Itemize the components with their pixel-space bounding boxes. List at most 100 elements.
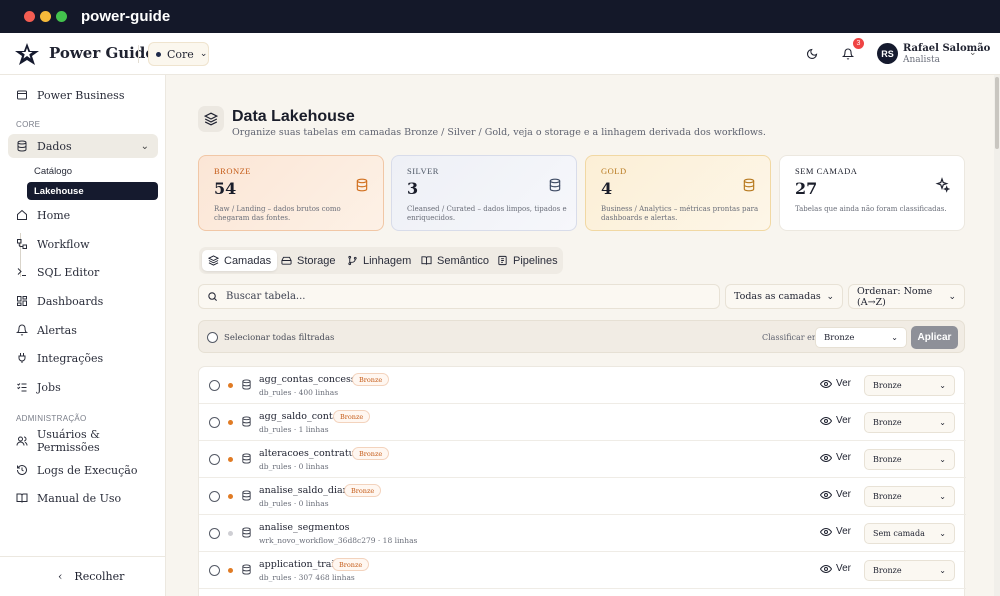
select-all-checkbox[interactable]: [207, 332, 218, 343]
layer-filter-select[interactable]: Todas as camadas ⌄: [725, 284, 843, 309]
table-row[interactable]: agg_saldo_conta2 Bronze db_rules · 1 lin…: [199, 404, 966, 441]
bulk-action-bar: Selecionar todas filtradas Classificar e…: [198, 320, 965, 353]
row-checkbox[interactable]: [209, 528, 220, 539]
tab-pipelines[interactable]: Pipelines: [491, 250, 564, 271]
select-all-filtered[interactable]: Selecionar todas filtradas: [207, 332, 334, 343]
tab-storage[interactable]: Storage: [275, 250, 342, 271]
theme-toggle-moon-icon[interactable]: [804, 46, 820, 62]
minimize-window-button[interactable]: [40, 11, 51, 22]
layer-tag: Bronze: [352, 447, 390, 460]
power-guide-logo[interactable]: [14, 41, 40, 67]
table-row[interactable]: application_train Bronze db_rules · 307 …: [199, 552, 966, 589]
tab-label: Linhagem: [363, 254, 412, 267]
workspace-dot-icon: [156, 51, 161, 57]
row-layer-select[interactable]: Bronze ⌄: [864, 375, 955, 396]
table-row[interactable]: analise_segmentos wrk_novo_workflow_36d8…: [199, 515, 966, 552]
sidebar-item-jobs[interactable]: Jobs: [8, 375, 158, 399]
maximize-window-button[interactable]: [56, 11, 67, 22]
view-button[interactable]: Ver: [820, 378, 851, 389]
row-checkbox[interactable]: [209, 491, 220, 502]
row-checkbox[interactable]: [209, 565, 220, 576]
search-box: [198, 284, 720, 309]
row-checkbox[interactable]: [209, 454, 220, 465]
table-name[interactable]: agg_saldo_conta2: [259, 411, 344, 422]
notifications-bell-icon[interactable]: [840, 46, 856, 62]
avatar[interactable]: RS: [877, 43, 898, 64]
view-label: Ver: [836, 563, 852, 574]
collapse-sidebar-button[interactable]: ‹ Recolher: [58, 570, 124, 583]
sidebar-subitem-catalogo[interactable]: Catálogo: [27, 162, 158, 180]
layer-card-silver[interactable]: SILVER 3 Cleansed / Curated – dados limp…: [391, 155, 577, 231]
view-button[interactable]: Ver: [820, 415, 851, 426]
scrollbar-thumb[interactable]: [995, 77, 999, 149]
sidebar-item-power-business[interactable]: Power Business: [8, 83, 158, 107]
chevron-down-icon: ⌄: [891, 333, 898, 342]
sidebar-item-alertas[interactable]: Alertas: [8, 318, 158, 342]
chevron-down-icon: ⌄: [939, 381, 946, 390]
chevron-down-icon: ⌄: [140, 140, 149, 152]
layer-card-gold[interactable]: GOLD 4 Business / Analytics – métricas p…: [585, 155, 771, 231]
book-open-icon: [421, 256, 432, 265]
user-menu-chevron-icon[interactable]: ⌄: [969, 48, 977, 58]
database-icon: [17, 140, 27, 152]
card-count: 3: [407, 179, 419, 198]
sidebar-item-dados[interactable]: Dados ⌄: [8, 134, 158, 158]
scrollbar[interactable]: [994, 75, 1000, 596]
workspace-select[interactable]: Core ⌄: [148, 42, 209, 66]
sidebar-item-logs-execucao[interactable]: Logs de Execução: [8, 458, 158, 482]
row-layer-select[interactable]: Bronze ⌄: [864, 486, 955, 507]
table-row[interactable]: analise_saldo_diario Bronze db_rules · 0…: [199, 478, 966, 515]
sidebar-item-integracoes[interactable]: Integrações: [8, 346, 158, 370]
view-button[interactable]: Ver: [820, 452, 851, 463]
view-tabs: Camadas Storage Linhagem Semântico Pipel…: [199, 247, 563, 274]
table-name[interactable]: analise_segmentos: [259, 522, 350, 533]
view-button[interactable]: Ver: [820, 526, 851, 537]
database-icon: [356, 178, 368, 192]
home-icon: [17, 209, 27, 220]
user-name[interactable]: Rafael Salomão: [903, 43, 990, 54]
row-checkbox[interactable]: [209, 380, 220, 391]
row-layer-select[interactable]: Bronze ⌄: [864, 412, 955, 433]
tab-semantico[interactable]: Semântico: [415, 250, 495, 271]
view-label: Ver: [836, 378, 852, 389]
table-name[interactable]: application_train: [259, 559, 341, 570]
workspace-label: Core: [167, 47, 194, 61]
search-input[interactable]: [226, 291, 626, 302]
tab-linhagem[interactable]: Linhagem: [341, 250, 417, 271]
database-icon: [549, 178, 561, 192]
row-layer-select[interactable]: Sem camada ⌄: [864, 523, 955, 544]
sidebar-item-home[interactable]: Home: [8, 203, 158, 227]
order-select[interactable]: Ordenar: Nome (A→Z) ⌄: [848, 284, 965, 309]
sidebar-item-label: Manual de Uso: [37, 491, 122, 505]
table-name[interactable]: analise_saldo_diario: [259, 485, 356, 496]
database-icon: [242, 564, 251, 575]
layer-tag: Bronze: [332, 558, 370, 571]
view-button[interactable]: Ver: [820, 489, 851, 500]
table-row[interactable]: alteracoes_contratuais Bronze db_rules ·…: [199, 441, 966, 478]
view-button[interactable]: Ver: [820, 563, 851, 574]
sidebar-item-sql-editor[interactable]: SQL Editor: [8, 260, 158, 284]
sidebar-item-workflow[interactable]: Workflow: [8, 232, 158, 256]
table-name[interactable]: agg_contas_concessao: [259, 374, 367, 385]
sidebar-item-manual-uso[interactable]: Manual de Uso: [8, 486, 158, 510]
tab-camadas[interactable]: Camadas: [202, 250, 278, 271]
row-layer-select[interactable]: Bronze ⌄: [864, 449, 955, 470]
chevron-down-icon: ⌄: [948, 291, 956, 302]
layer-card-bronze[interactable]: BRONZE 54 Raw / Landing – dados brutos c…: [198, 155, 384, 231]
apply-button[interactable]: Aplicar: [911, 326, 958, 349]
table-meta: wrk_novo_workflow_36d8c279 · 18 linhas: [259, 536, 418, 545]
row-layer-select[interactable]: Bronze ⌄: [864, 560, 955, 581]
row-checkbox[interactable]: [209, 417, 220, 428]
card-description: Cleansed / Curated – dados limpos, tipad…: [407, 205, 567, 223]
close-window-button[interactable]: [24, 11, 35, 22]
row-layer-value: Bronze: [873, 381, 902, 390]
sidebar-item-dashboards[interactable]: Dashboards: [8, 289, 158, 313]
sidebar-item-label: Jobs: [37, 380, 61, 394]
classify-layer-select[interactable]: Bronze ⌄: [815, 327, 907, 348]
sidebar-item-usuarios-permissoes[interactable]: Usuários & Permissões: [8, 428, 158, 454]
sidebar-subitem-lakehouse[interactable]: Lakehouse: [27, 182, 158, 200]
eye-icon: [820, 564, 832, 573]
layer-card-sem-camada[interactable]: SEM CAMADA 27 Tabelas que ainda não fora…: [779, 155, 965, 231]
table-row[interactable]: agg_contas_concessao Bronze db_rules · 4…: [199, 367, 966, 404]
title-bar: power-guide: [0, 0, 1000, 33]
